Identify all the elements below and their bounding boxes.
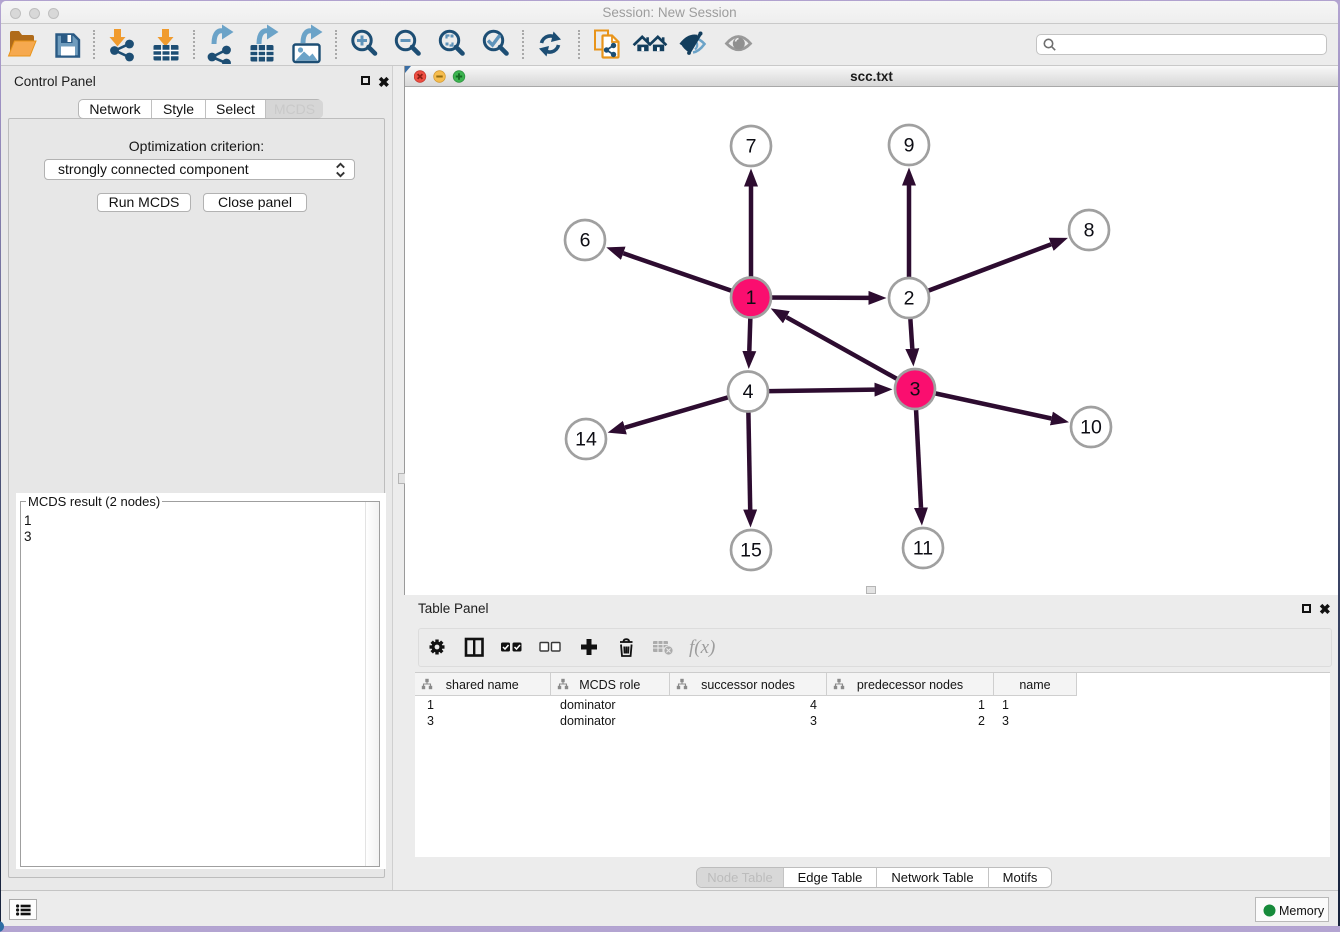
svg-text:10: 10 [1080,417,1102,439]
svg-text:2: 2 [904,288,915,310]
svg-text:9: 9 [904,135,915,157]
svg-text:14: 14 [575,429,597,451]
svg-text:8: 8 [1084,220,1095,242]
svg-text:11: 11 [913,538,933,560]
svg-text:1: 1 [746,287,757,309]
svg-text:15: 15 [740,540,762,562]
svg-text:f(x): f(x) [689,637,715,658]
svg-text:3: 3 [910,379,921,401]
svg-text:7: 7 [746,136,757,158]
svg-text:6: 6 [580,230,591,252]
svg-text:4: 4 [743,381,754,403]
